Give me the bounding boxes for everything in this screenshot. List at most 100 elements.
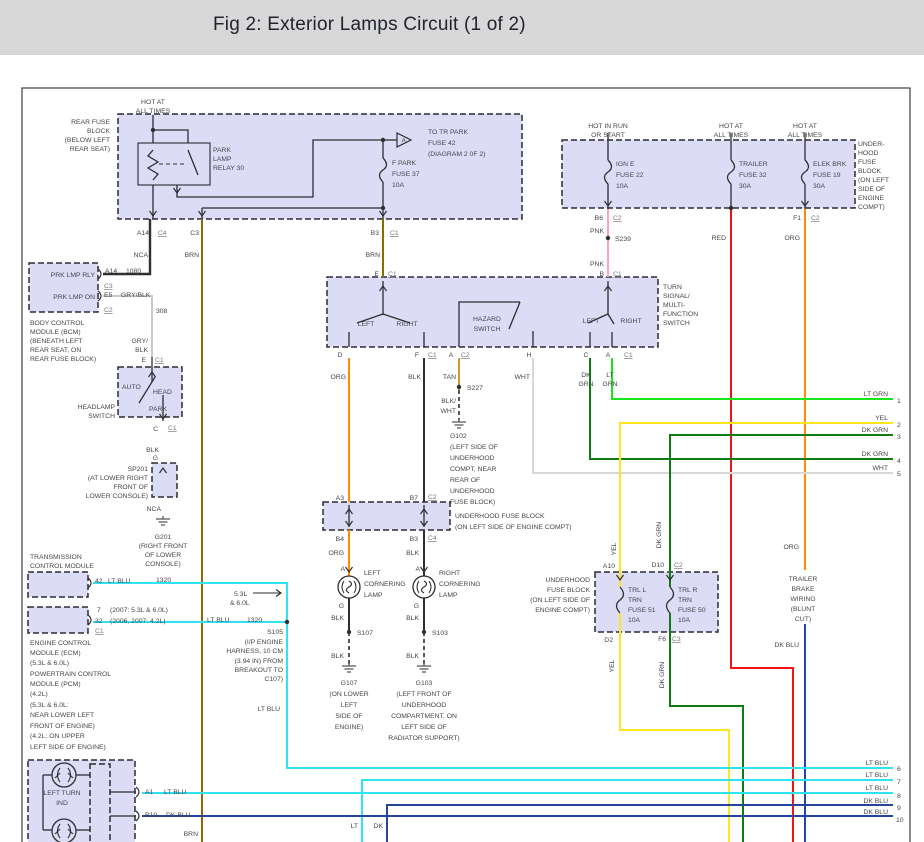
label: 1320 xyxy=(247,617,262,624)
label: RED xyxy=(712,235,726,242)
label: FRONT OF ENGINE) xyxy=(30,723,95,730)
label: FUNCTION xyxy=(663,311,698,318)
label: D10 xyxy=(652,562,665,569)
label: LEFT xyxy=(583,318,600,325)
label: TRANSMISSION xyxy=(30,554,82,561)
label: CONSOLE) xyxy=(145,561,181,568)
connector-label: C3 xyxy=(672,636,681,643)
label: G xyxy=(414,603,419,610)
lamp-filament-icon xyxy=(345,580,353,594)
connector-label: C2 xyxy=(428,494,437,501)
wire-dkgrn-3 xyxy=(669,434,893,587)
label: NEAR LOWER LEFT xyxy=(30,712,94,719)
label: SWITCH xyxy=(474,326,501,333)
label: REAR SEAT) xyxy=(70,146,110,153)
label: (AT LOWER RIGHT xyxy=(88,475,148,482)
splice-dot xyxy=(284,619,290,625)
label: E xyxy=(141,357,146,364)
connector-label: C1 xyxy=(390,230,399,237)
label: UNDER- xyxy=(858,141,884,148)
label: LT xyxy=(351,823,358,830)
label: 10A xyxy=(678,617,691,624)
wire-dkgrn-3b xyxy=(669,613,744,842)
off-page-connector-letter: A xyxy=(402,138,407,145)
label: UNDERHOOD xyxy=(402,702,447,709)
wire-dkblu-9 xyxy=(386,804,893,842)
label: CUT) xyxy=(795,616,811,623)
label: GRN xyxy=(602,381,617,388)
label: C xyxy=(584,352,589,359)
label: (DIAGRAM 2 0F 2) xyxy=(428,151,485,158)
label: 32 xyxy=(95,618,103,625)
label: HOT IN RUN xyxy=(588,123,628,130)
label: ELEK BRK xyxy=(813,161,847,168)
label: TRN xyxy=(628,597,642,604)
label: YEL xyxy=(611,542,618,555)
label: TRAILER xyxy=(739,161,768,168)
label: B6 xyxy=(595,215,604,222)
label: (ON LEFT SIDE OF xyxy=(530,597,590,604)
label: HEAD xyxy=(153,389,172,396)
label: COMPT, NEAR xyxy=(450,466,497,473)
label: UNDERHOOD xyxy=(450,488,495,495)
label: LT BLU xyxy=(866,760,889,767)
wire-ltblu-7 xyxy=(361,779,893,842)
label: 5.3L xyxy=(234,591,247,598)
label: LEFT SIDE OF xyxy=(401,724,447,731)
label: OR START xyxy=(591,132,625,139)
label: LT GRN xyxy=(864,391,888,398)
label: ALL TIMES xyxy=(714,132,749,139)
label: FUSE 32 xyxy=(739,172,767,179)
connector-label: C4 xyxy=(428,535,437,542)
label: G107 xyxy=(341,680,358,687)
ground-icon xyxy=(417,663,431,673)
label: HOOD xyxy=(858,150,878,157)
label: LEFT xyxy=(341,702,358,709)
label: F1 xyxy=(793,215,801,222)
label: TURN xyxy=(663,284,682,291)
label: HOT AT xyxy=(793,123,817,130)
label: TO TR PARK xyxy=(428,129,469,136)
label: (ON LEFT SIDE OF ENGINE COMPT) xyxy=(455,524,572,531)
label: (BELOW LEFT xyxy=(65,137,110,144)
label: DK xyxy=(374,823,384,830)
label: BLOCK xyxy=(858,168,882,175)
ground-icon xyxy=(452,419,466,429)
label: (5.3L & 6.0L) xyxy=(30,660,69,667)
label: DK GRN xyxy=(862,427,889,434)
label: HOT AT xyxy=(141,99,165,106)
label: SIDE OF xyxy=(858,186,885,193)
label: GRY/ xyxy=(132,338,149,345)
label: BODY CONTROL xyxy=(30,320,84,327)
label: LT BLU xyxy=(866,772,889,779)
label: LAMP xyxy=(213,156,232,163)
label: HAZARD xyxy=(473,316,501,323)
label: NCA xyxy=(147,506,162,513)
label: G xyxy=(339,603,344,610)
label: REAR FUSE xyxy=(71,119,110,126)
label: 1080 xyxy=(126,268,141,275)
label: DK BLU xyxy=(774,642,799,649)
label: 7 xyxy=(97,607,101,614)
connector-label: C1 xyxy=(155,357,164,364)
label: BLK/ xyxy=(441,398,456,405)
label: G102 xyxy=(450,433,467,440)
label: ENGINE xyxy=(858,195,885,202)
label: CORNERING xyxy=(364,581,406,588)
label: YEL xyxy=(609,659,616,672)
pin-bracket xyxy=(135,786,140,798)
label: DK GRN xyxy=(862,451,889,458)
ground-icon xyxy=(156,516,170,526)
label: A xyxy=(606,352,611,359)
label: PARK xyxy=(149,406,167,413)
connector-label: C1 xyxy=(95,628,104,635)
label: B7 xyxy=(410,495,419,502)
label: SWITCH xyxy=(663,320,690,327)
label: FUSE xyxy=(858,159,877,166)
label: LT BLU xyxy=(207,617,230,624)
connector-label: C3 xyxy=(104,283,113,290)
label: 10A xyxy=(628,617,641,624)
label: FUSE BLOCK xyxy=(547,587,591,594)
label: BRAKE xyxy=(791,586,815,593)
label: REAR FUSE BLOCK) xyxy=(30,356,96,363)
